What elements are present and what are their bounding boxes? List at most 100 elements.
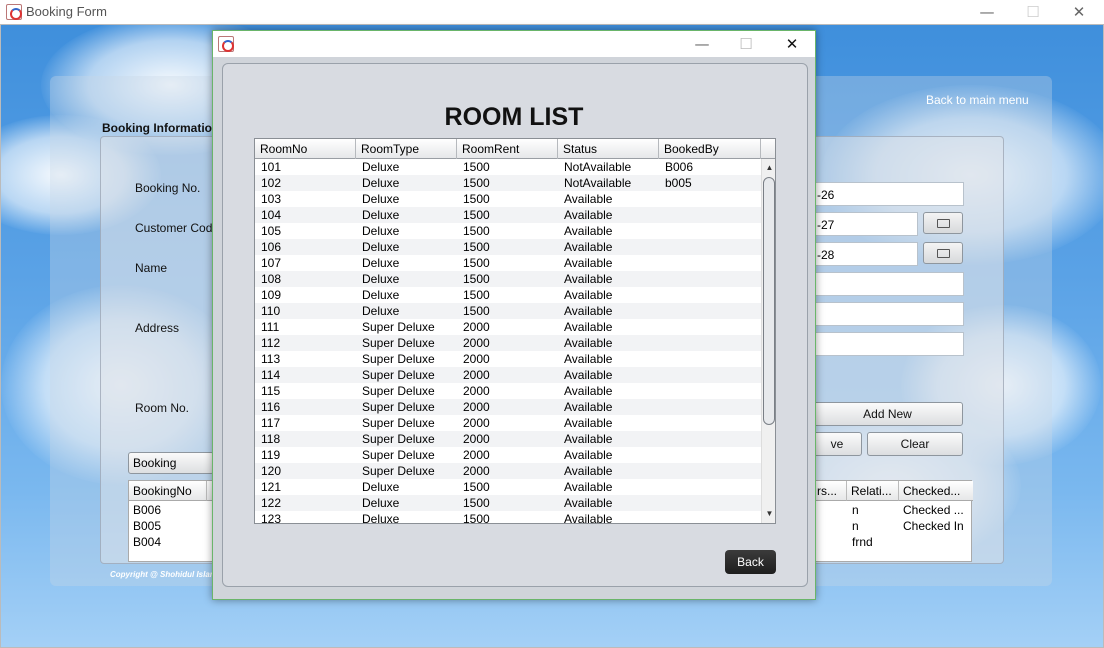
cell-status[interactable]: Available <box>564 384 612 398</box>
table-row[interactable]: 122 Deluxe 1500 Available <box>255 495 761 511</box>
checkout-date-field[interactable]: -28 <box>812 242 918 266</box>
table-row[interactable]: 111 Super Deluxe 2000 Available <box>255 319 761 335</box>
cell-roomrent[interactable]: 2000 <box>463 464 490 478</box>
table-row[interactable]: 103 Deluxe 1500 Available <box>255 191 761 207</box>
cell-roomrent[interactable]: 2000 <box>463 432 490 446</box>
checkin-date-field[interactable]: -27 <box>812 212 918 236</box>
cell-roomno[interactable]: 101 <box>261 160 281 174</box>
cell-status[interactable]: Available <box>564 288 612 302</box>
cell-bookedby[interactable]: B006 <box>665 160 693 174</box>
table-cell[interactable]: n <box>852 519 859 533</box>
cell-roomrent[interactable]: 2000 <box>463 400 490 414</box>
cell-roomtype[interactable]: Super Deluxe <box>362 400 435 414</box>
table-cell[interactable]: Checked In <box>903 519 964 533</box>
cell-roomtype[interactable]: Super Deluxe <box>362 464 435 478</box>
cell-roomtype[interactable]: Super Deluxe <box>362 352 435 366</box>
cell-status[interactable]: Available <box>564 480 612 494</box>
cell-roomno[interactable]: 119 <box>261 448 280 462</box>
cell-roomrent[interactable]: 1500 <box>463 240 490 254</box>
cell-status[interactable]: Available <box>564 512 612 523</box>
cell-status[interactable]: Available <box>564 416 612 430</box>
cell-roomtype[interactable]: Deluxe <box>362 160 399 174</box>
table-cell[interactable]: frnd <box>852 535 873 549</box>
cell-status[interactable]: Available <box>564 256 612 270</box>
column-header-status[interactable]: Status <box>558 139 659 159</box>
cell-roomrent[interactable]: 1500 <box>463 160 490 174</box>
cell-status[interactable]: Available <box>564 400 612 414</box>
cell-roomrent[interactable]: 1500 <box>463 480 490 494</box>
cell-roomno[interactable]: 110 <box>261 304 280 318</box>
cell-roomtype[interactable]: Deluxe <box>362 176 399 190</box>
cell-roomno[interactable]: 113 <box>261 352 280 366</box>
cell-roomtype[interactable]: Deluxe <box>362 496 399 510</box>
cell-status[interactable]: Available <box>564 272 612 286</box>
column-header[interactable]: Relati... <box>847 481 899 501</box>
table-row[interactable]: 113 Super Deluxe 2000 Available <box>255 351 761 367</box>
cell-roomtype[interactable]: Deluxe <box>362 224 399 238</box>
search-by-combo[interactable]: Booking <box>128 452 214 474</box>
clear-button[interactable]: Clear <box>867 432 963 456</box>
table-cell[interactable]: B005 <box>133 519 161 533</box>
column-header-bookedby[interactable]: BookedBy <box>659 139 761 159</box>
cell-status[interactable]: Available <box>564 496 612 510</box>
cell-roomno[interactable]: 107 <box>261 256 281 270</box>
table-row[interactable]: 101 Deluxe 1500 NotAvailable B006 <box>255 159 761 175</box>
back-button[interactable]: Back <box>725 550 776 574</box>
cell-status[interactable]: Available <box>564 320 612 334</box>
cell-roomtype[interactable]: Super Deluxe <box>362 336 435 350</box>
cell-roomno[interactable]: 109 <box>261 288 281 302</box>
cell-roomrent[interactable]: 1500 <box>463 208 490 222</box>
cell-roomrent[interactable]: 2000 <box>463 368 490 382</box>
cell-status[interactable]: Available <box>564 448 612 462</box>
text-field-4[interactable] <box>812 272 964 296</box>
cell-roomno[interactable]: 122 <box>261 496 281 510</box>
cell-roomtype[interactable]: Super Deluxe <box>362 416 435 430</box>
table-row[interactable]: 116 Super Deluxe 2000 Available <box>255 399 761 415</box>
column-header-roomtype[interactable]: RoomType <box>356 139 457 159</box>
cell-bookedby[interactable]: b005 <box>665 176 692 190</box>
cell-roomrent[interactable]: 1500 <box>463 272 490 286</box>
cell-roomno[interactable]: 117 <box>261 416 280 430</box>
cell-roomtype[interactable]: Deluxe <box>362 304 399 318</box>
table-row[interactable]: 110 Deluxe 1500 Available <box>255 303 761 319</box>
booking-date-field[interactable]: -26 <box>812 182 964 206</box>
cell-status[interactable]: NotAvailable <box>564 176 631 190</box>
text-field-6[interactable] <box>812 332 964 356</box>
cell-roomno[interactable]: 116 <box>261 400 280 414</box>
column-header[interactable]: rs... <box>813 481 847 501</box>
cell-roomno[interactable]: 102 <box>261 176 281 190</box>
table-row[interactable]: 104 Deluxe 1500 Available <box>255 207 761 223</box>
table-row[interactable]: 114 Super Deluxe 2000 Available <box>255 367 761 383</box>
text-field-5[interactable] <box>812 302 964 326</box>
cell-roomno[interactable]: 123 <box>261 512 281 523</box>
scrollbar-thumb[interactable] <box>763 177 775 425</box>
room-table[interactable]: RoomNo RoomType RoomRent Status BookedBy… <box>254 138 776 524</box>
cell-roomno[interactable]: 121 <box>261 480 281 494</box>
cell-roomtype[interactable]: Deluxe <box>362 272 399 286</box>
dialog-close-button[interactable]: ✕ <box>769 32 815 56</box>
cell-roomno[interactable]: 112 <box>261 336 280 350</box>
cell-status[interactable]: Available <box>564 208 612 222</box>
column-header-roomrent[interactable]: RoomRent <box>457 139 558 159</box>
cell-status[interactable]: Available <box>564 304 612 318</box>
cell-status[interactable]: Available <box>564 336 612 350</box>
cell-roomrent[interactable]: 2000 <box>463 352 490 366</box>
column-header-roomno[interactable]: RoomNo <box>255 139 356 159</box>
cell-roomtype[interactable]: Deluxe <box>362 240 399 254</box>
cell-roomrent[interactable]: 2000 <box>463 448 490 462</box>
minimize-button[interactable]: — <box>964 0 1010 24</box>
cell-roomrent[interactable]: 2000 <box>463 320 490 334</box>
table-row[interactable]: 109 Deluxe 1500 Available <box>255 287 761 303</box>
cell-roomno[interactable]: 106 <box>261 240 281 254</box>
close-button[interactable]: ✕ <box>1056 0 1102 24</box>
cell-roomtype[interactable]: Super Deluxe <box>362 448 435 462</box>
cell-roomtype[interactable]: Deluxe <box>362 256 399 270</box>
cell-roomtype[interactable]: Super Deluxe <box>362 320 435 334</box>
scroll-down-arrow-icon[interactable]: ▼ <box>762 507 775 521</box>
cell-roomrent[interactable]: 1500 <box>463 512 490 523</box>
dialog-minimize-button[interactable]: — <box>679 32 725 56</box>
cell-status[interactable]: Available <box>564 192 612 206</box>
table-row[interactable]: 118 Super Deluxe 2000 Available <box>255 431 761 447</box>
booking-table-left[interactable]: BookingNo B006 B005 B004 <box>128 480 215 562</box>
calendar-button-1[interactable] <box>923 212 963 234</box>
